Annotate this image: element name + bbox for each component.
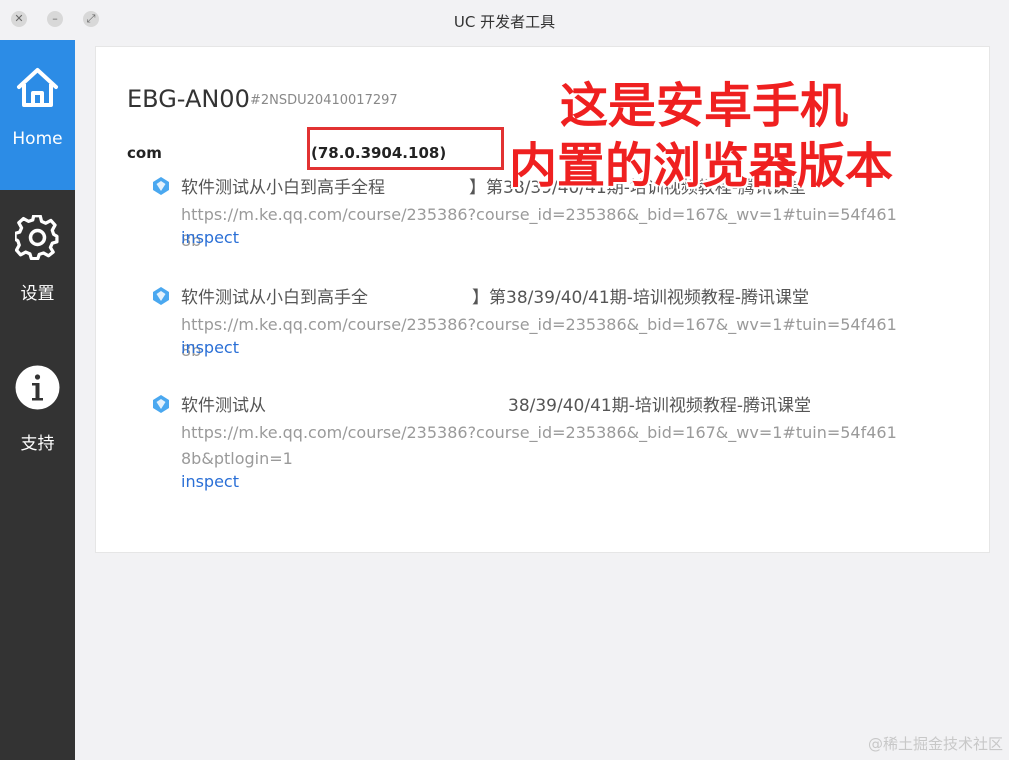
tab-url: https://m.ke.qq.com/course/235386?course… (181, 205, 897, 250)
inspect-link[interactable]: inspect (181, 228, 239, 247)
title-bar: ✕ – ⤢ UC 开发者工具 (0, 0, 1009, 40)
home-icon (17, 68, 58, 107)
sidebar: Home 设置 支持 (0, 40, 75, 760)
page-icon (153, 287, 169, 305)
watermark: @稀土掘金技术社区 (867, 735, 1003, 753)
highlight-box (307, 127, 504, 170)
sidebar-item-label: 支持 (20, 434, 55, 454)
tab-url: https://m.ke.qq.com/course/235386?course… (181, 423, 897, 468)
sidebar-item-home[interactable]: Home (0, 40, 75, 190)
device-name: EBG-AN00 (127, 85, 250, 113)
page-icon (153, 177, 169, 195)
sidebar-item-support[interactable]: 支持 (0, 340, 75, 490)
page-icon (153, 395, 169, 413)
device-card: EBG-AN00 #2NSDU20410017297 com (78.0.390… (95, 46, 990, 553)
inspect-link[interactable]: inspect (181, 472, 239, 491)
tab-url: https://m.ke.qq.com/course/235386?course… (181, 315, 897, 360)
inspect-link[interactable]: inspect (181, 338, 239, 357)
tab-title: 软件测试从 38/39/40/41期-培训视频教程-腾讯课堂 (181, 396, 811, 416)
tab-title: 软件测试从小白到高手全 】第38/39/40/41期-培训视频教程-腾讯课堂 (181, 288, 809, 308)
sidebar-item-label: Home (12, 129, 63, 149)
info-icon (15, 365, 60, 410)
sidebar-item-settings[interactable]: 设置 (0, 190, 75, 340)
annotation-line-2: 内置的浏览器版本 (509, 138, 894, 194)
browser-package-name: com (127, 144, 162, 162)
gear-icon (15, 215, 59, 260)
device-serial: #2NSDU20410017297 (250, 93, 398, 108)
window-title: UC 开发者工具 (453, 13, 556, 31)
sidebar-item-label: 设置 (20, 284, 55, 304)
